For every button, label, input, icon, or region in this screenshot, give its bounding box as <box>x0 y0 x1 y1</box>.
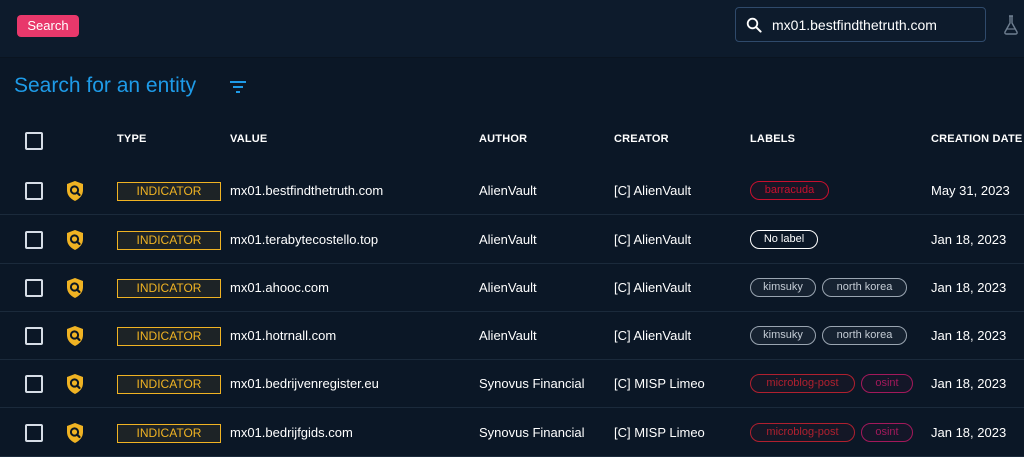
row-checkbox[interactable] <box>25 231 43 249</box>
entity-value[interactable]: mx01.terabytecostello.top <box>230 232 378 247</box>
column-header-author[interactable]: AUTHOR <box>479 133 527 145</box>
search-button[interactable]: Search <box>17 15 79 37</box>
entity-author: AlienVault <box>479 183 537 198</box>
page-title: Search for an entity <box>14 74 197 97</box>
entity-value[interactable]: mx01.bedrijvenregister.eu <box>230 376 379 391</box>
indicator-shield-icon <box>67 423 83 443</box>
row-checkbox[interactable] <box>25 182 43 200</box>
column-header-value[interactable]: VALUE <box>230 133 267 145</box>
column-header-type[interactable]: TYPE <box>117 133 147 145</box>
entity-type-badge: INDICATOR <box>117 375 221 394</box>
label-chip: microblog-post <box>750 374 855 393</box>
label-chip: barracuda <box>750 181 829 200</box>
entity-author: AlienVault <box>479 232 537 247</box>
flask-icon[interactable] <box>1003 15 1019 35</box>
table-row[interactable]: INDICATOR mx01.ahooc.com AlienVault [C] Ali… <box>0 264 1024 312</box>
top-bar: Search <box>0 0 1024 58</box>
entity-type-badge: INDICATOR <box>117 424 221 443</box>
table-row[interactable]: INDICATOR mx01.hotrnall.com AlienVault [C] … <box>0 312 1024 360</box>
entity-creator: [C] AlienVault <box>614 280 692 295</box>
entity-creation-date: Jan 18, 2023 <box>931 280 1007 295</box>
entity-creator: [C] AlienVault <box>614 183 692 198</box>
entity-author: Synovus Financial <box>479 425 585 440</box>
row-checkbox[interactable] <box>25 279 43 297</box>
row-checkbox[interactable] <box>25 424 43 442</box>
entity-type-badge: INDICATOR <box>117 279 221 298</box>
entity-creator: [C] AlienVault <box>614 328 692 343</box>
indicator-shield-icon <box>67 230 83 250</box>
row-checkbox[interactable] <box>25 375 43 393</box>
label-chip: microblog-post <box>750 423 855 442</box>
entity-value[interactable]: mx01.bedrijfgids.com <box>230 425 353 440</box>
label-chip: No label <box>750 230 818 249</box>
table-row[interactable]: INDICATOR mx01.bedrijfgids.com Synovus Fin… <box>0 409 1024 457</box>
column-header-labels[interactable]: LABELS <box>750 133 795 145</box>
entity-author: AlienVault <box>479 280 537 295</box>
label-chip: kimsuky <box>750 326 816 345</box>
table-row[interactable]: INDICATOR mx01.bestfindthetruth.com AlienV… <box>0 167 1024 215</box>
entity-type-badge: INDICATOR <box>117 231 221 250</box>
entity-value[interactable]: mx01.hotrnall.com <box>230 328 336 343</box>
label-chip: north korea <box>822 326 907 345</box>
filter-icon[interactable] <box>229 80 247 94</box>
entity-value[interactable]: mx01.ahooc.com <box>230 280 329 295</box>
entity-creation-date: Jan 18, 2023 <box>931 376 1007 391</box>
search-icon <box>746 17 762 33</box>
label-chip: kimsuky <box>750 278 816 297</box>
entity-creator: [C] AlienVault <box>614 232 692 247</box>
entity-creation-date: Jan 18, 2023 <box>931 232 1007 247</box>
search-input[interactable] <box>772 8 977 41</box>
indicator-shield-icon <box>67 278 83 298</box>
entity-type-badge: INDICATOR <box>117 182 221 201</box>
label-chip: north korea <box>822 278 907 297</box>
indicator-shield-icon <box>67 326 83 346</box>
select-all-checkbox[interactable] <box>25 132 43 150</box>
indicator-shield-icon <box>67 181 83 201</box>
entity-creation-date: Jan 18, 2023 <box>931 328 1007 343</box>
entity-author: Synovus Financial <box>479 376 585 391</box>
entity-creation-date: Jan 18, 2023 <box>931 425 1007 440</box>
column-header-creator[interactable]: CREATOR <box>614 133 669 145</box>
column-header-creation-date[interactable]: CREATION DATE <box>931 133 1022 145</box>
table-row[interactable]: INDICATOR mx01.terabytecostello.top AlienV… <box>0 216 1024 264</box>
row-checkbox[interactable] <box>25 327 43 345</box>
entity-creation-date: May 31, 2023 <box>931 183 1010 198</box>
label-chip: osint <box>861 374 913 393</box>
table-header: TYPE VALUE AUTHOR CREATOR LABELS CREATIO… <box>0 120 1024 164</box>
label-chip: osint <box>861 423 913 442</box>
entity-creator: [C] MISP Limeo <box>614 425 705 440</box>
entity-author: AlienVault <box>479 328 537 343</box>
entity-creator: [C] MISP Limeo <box>614 376 705 391</box>
search-box[interactable] <box>735 7 986 42</box>
indicator-shield-icon <box>67 374 83 394</box>
entity-type-badge: INDICATOR <box>117 327 221 346</box>
table-row[interactable]: INDICATOR mx01.bedrijvenregister.eu Synovu… <box>0 360 1024 408</box>
entity-value[interactable]: mx01.bestfindthetruth.com <box>230 183 383 198</box>
